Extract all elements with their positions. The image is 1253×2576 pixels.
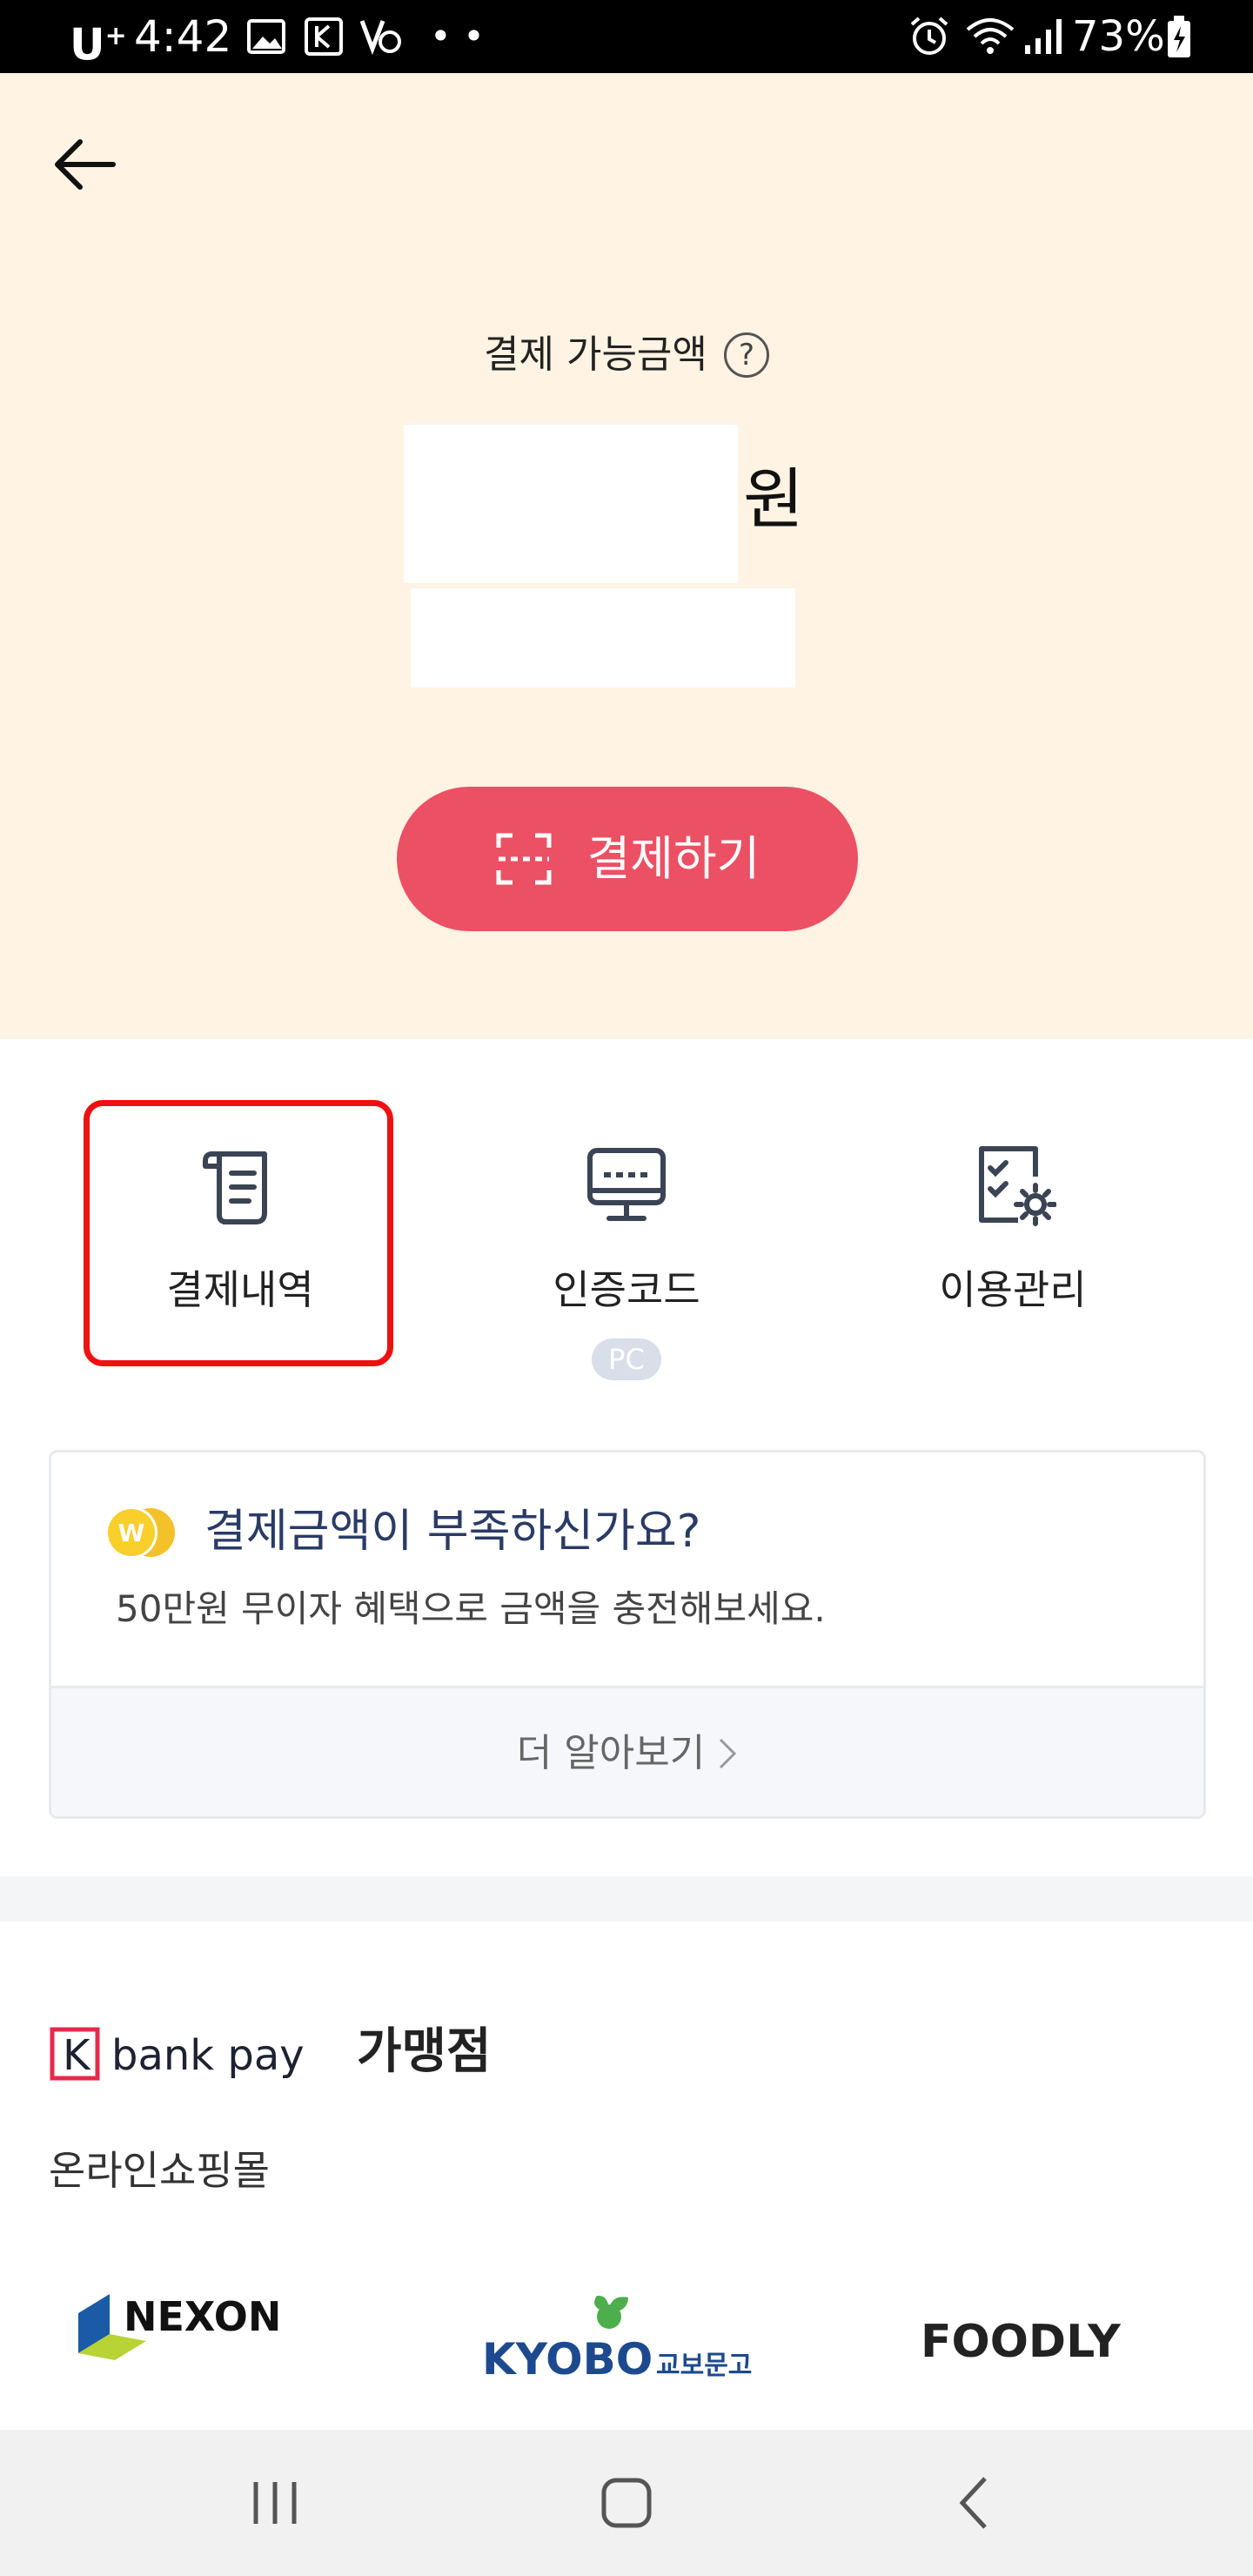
- promo-title: 결제금액이 부족하신가요?: [204, 1506, 701, 1558]
- signal-icon: [1025, 19, 1062, 54]
- promo-footer: 더 알아보기: [51, 1686, 1203, 1816]
- navigation-bar: [0, 2430, 1253, 2576]
- menu-label-auth-code: 인증코드: [553, 1266, 700, 1313]
- available-amount-label: 결제 가능금액: [484, 332, 707, 377]
- alarm-icon: [910, 17, 948, 55]
- battery-icon: [1168, 16, 1190, 57]
- amount-redacted: [404, 425, 738, 583]
- back-icon[interactable]: [924, 2468, 1029, 2538]
- merchant-title: 가맹점: [357, 2023, 492, 2080]
- svg-text:교보문고: 교보문고: [656, 2351, 752, 2381]
- section-divider: [0, 1876, 1253, 1922]
- promo-card: W 결제금액이 부족하신가요? 50만원 무이자 혜택으로 금액을 충전해보세요…: [49, 1450, 1206, 1819]
- category-online-shopping: 온라인쇼핑몰: [49, 2147, 270, 2194]
- account-redacted: [411, 588, 795, 688]
- svg-text:FOODLY: FOODLY: [921, 2316, 1122, 2368]
- highlight-box: [84, 1100, 393, 1366]
- svg-text:NEXON: NEXON: [124, 2293, 281, 2340]
- pc-badge: PC: [592, 1338, 661, 1380]
- menu-usage-settings[interactable]: 이용관리: [874, 1116, 1152, 1342]
- svg-text:KYOBO: KYOBO: [482, 2334, 653, 2385]
- svg-text:K: K: [63, 2031, 91, 2080]
- vpn-key-icon: [359, 20, 401, 56]
- learn-more-label: 더 알아보기: [516, 1731, 706, 1775]
- status-time: 4:42: [134, 11, 232, 62]
- more-dots-icon: • •: [430, 15, 485, 57]
- available-amount-row: 결제 가능금액 ?: [0, 327, 1253, 383]
- nexon-logo[interactable]: NEXON: [75, 2287, 327, 2371]
- scan-icon: [496, 833, 552, 885]
- k-app-icon: [305, 17, 343, 56]
- carrier-label: U+: [70, 19, 127, 70]
- foodly-logo[interactable]: FOODLY: [921, 2304, 1190, 2374]
- learn-more-link[interactable]: 더 알아보기: [51, 1688, 1203, 1816]
- battery-percent: 73%: [1072, 12, 1165, 61]
- back-arrow-icon[interactable]: [47, 125, 125, 204]
- status-bar: U+ 4:42 • • 73%: [0, 0, 1253, 73]
- won-coin-icon: W: [105, 1506, 175, 1559]
- currency-label: 원: [743, 460, 804, 538]
- image-icon: [247, 19, 285, 54]
- recent-apps-icon[interactable]: [223, 2468, 327, 2538]
- pay-button-label: 결제하기: [586, 831, 761, 886]
- menu-auth-code[interactable]: 인증코드: [487, 1116, 766, 1342]
- balance-section: 결제 가능금액 ? 원 결제하기: [0, 73, 1253, 1039]
- wifi-icon: [966, 18, 1015, 54]
- pay-button[interactable]: 결제하기: [397, 787, 858, 931]
- chevron-right-icon: [720, 1738, 737, 1769]
- svg-text:W: W: [118, 1519, 145, 1547]
- menu-label-usage-settings: 이용관리: [939, 1266, 1087, 1313]
- monitor-icon: [587, 1148, 666, 1221]
- kyobo-logo[interactable]: KYOBO 교보문고: [479, 2287, 774, 2385]
- svg-text:bank pay: bank pay: [111, 2031, 305, 2080]
- promo-description: 50만원 무이자 혜택으로 금액을 충전해보세요.: [116, 1587, 826, 1630]
- help-icon[interactable]: ?: [723, 332, 769, 378]
- kbank-pay-logo: K bank pay: [50, 2027, 305, 2081]
- settings-checklist-icon: [979, 1146, 1056, 1226]
- home-icon[interactable]: [574, 2468, 679, 2538]
